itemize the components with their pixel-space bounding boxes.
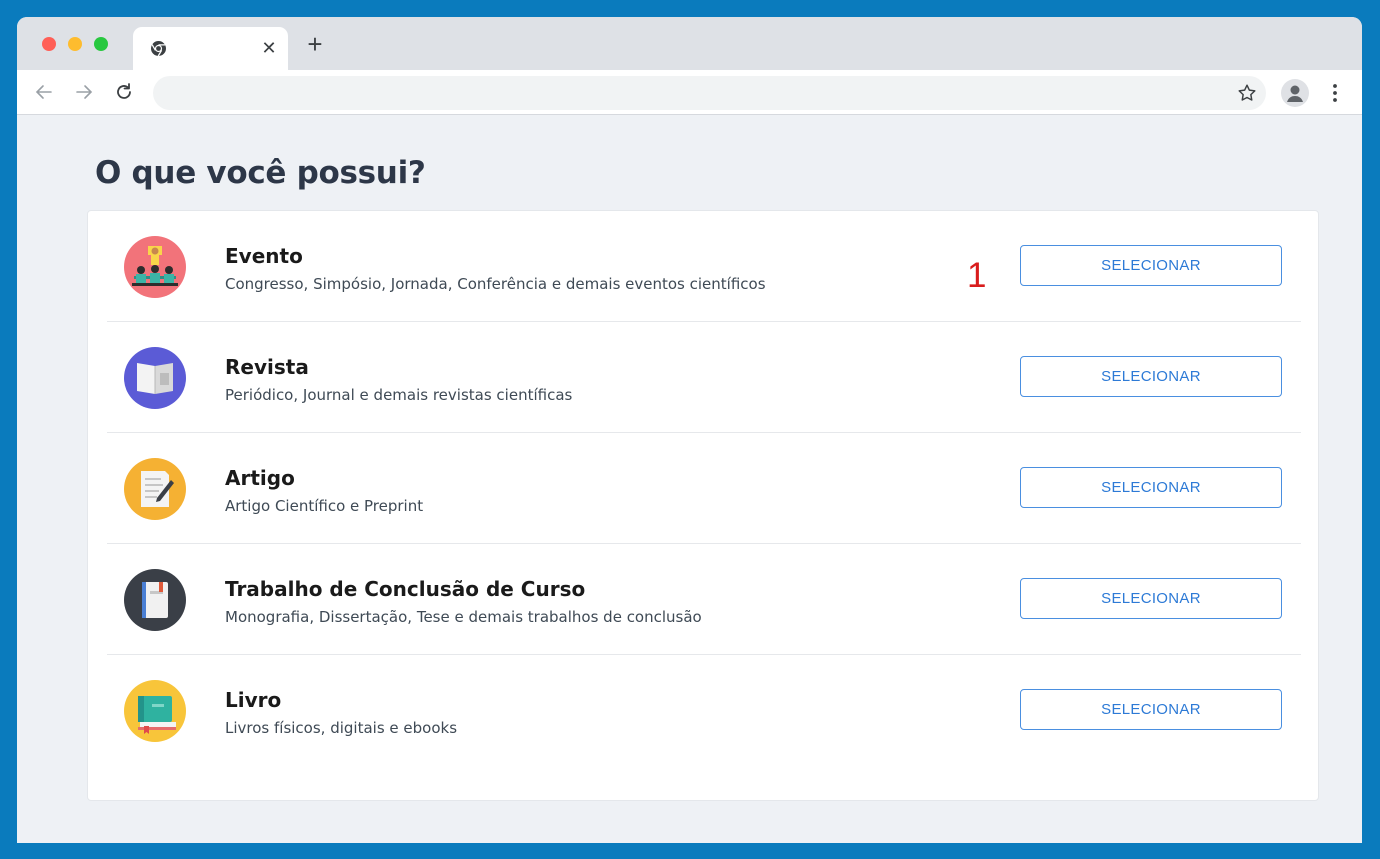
browser-tab[interactable]: ✕ — [133, 27, 288, 70]
browser-toolbar — [17, 70, 1362, 115]
bookmark-star-icon[interactable] — [1236, 82, 1258, 104]
article-icon — [124, 458, 186, 520]
option-row-tcc: Trabalho de Conclusão de Curso Monografi… — [107, 544, 1301, 655]
browser-window: ✕ + O que você possui? Evento Congresso,… — [17, 17, 1362, 843]
option-title: Revista — [225, 355, 309, 379]
page-title: O que você possui? — [95, 155, 426, 191]
magazine-icon — [124, 347, 186, 409]
option-description: Periódico, Journal e demais revistas cie… — [225, 386, 573, 404]
select-artigo-button[interactable]: SELECIONAR — [1020, 467, 1282, 508]
option-description: Monografia, Dissertação, Tese e demais t… — [225, 608, 702, 626]
option-row-revista: Revista Periódico, Journal e demais revi… — [107, 322, 1301, 433]
select-revista-button[interactable]: SELECIONAR — [1020, 356, 1282, 397]
option-description: Livros físicos, digitais e ebooks — [225, 719, 458, 737]
option-row-evento: Evento Congresso, Simpósio, Jornada, Con… — [107, 211, 1301, 322]
thesis-icon — [124, 569, 186, 631]
option-row-artigo: Artigo Artigo Científico e Preprint SELE… — [107, 433, 1301, 544]
back-icon[interactable] — [32, 80, 56, 104]
option-title: Evento — [225, 244, 303, 268]
forward-icon[interactable] — [72, 80, 96, 104]
maximize-window-button[interactable] — [94, 37, 108, 51]
book-icon — [124, 680, 186, 742]
minimize-window-button[interactable] — [68, 37, 82, 51]
close-tab-icon[interactable]: ✕ — [259, 36, 279, 60]
tab-strip: ✕ + — [17, 17, 1362, 70]
select-evento-button[interactable]: SELECIONAR — [1020, 245, 1282, 286]
select-livro-button[interactable]: SELECIONAR — [1020, 689, 1282, 730]
address-bar[interactable] — [153, 76, 1266, 110]
option-title: Trabalho de Conclusão de Curso — [225, 577, 586, 601]
address-input[interactable] — [153, 76, 1266, 110]
reload-icon[interactable] — [112, 80, 136, 104]
options-card: Evento Congresso, Simpósio, Jornada, Con… — [87, 210, 1319, 801]
option-title: Artigo — [225, 466, 295, 490]
option-description: Congresso, Simpósio, Jornada, Conferênci… — [225, 275, 766, 293]
chrome-icon — [150, 40, 167, 57]
select-tcc-button[interactable]: SELECIONAR — [1020, 578, 1282, 619]
kebab-menu-icon[interactable] — [1325, 80, 1345, 106]
close-window-button[interactable] — [42, 37, 56, 51]
profile-avatar-icon[interactable] — [1281, 79, 1309, 107]
page-content: O que você possui? Evento Congresso, Sim… — [17, 115, 1362, 843]
conference-icon — [124, 236, 186, 298]
option-title: Livro — [225, 688, 282, 712]
option-row-livro: Livro Livros físicos, digitais e ebooks … — [107, 655, 1301, 766]
step-annotation: 1 — [967, 256, 987, 295]
new-tab-icon[interactable]: + — [303, 31, 327, 59]
option-description: Artigo Científico e Preprint — [225, 497, 424, 515]
